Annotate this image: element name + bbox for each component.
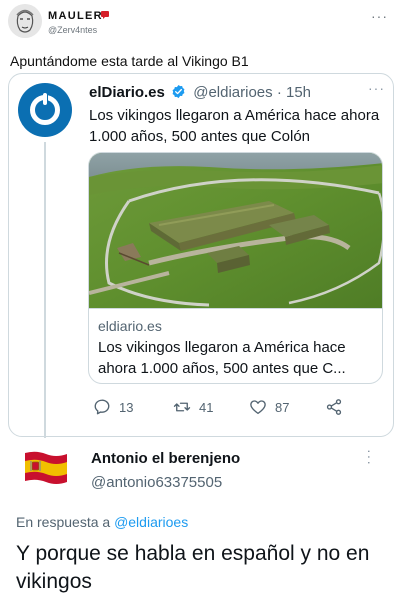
- eldiario-logo-dot-icon: [43, 93, 47, 105]
- mauler-handle[interactable]: @Zerv4ntes: [48, 25, 97, 35]
- reply-icon: [94, 399, 110, 415]
- replying-to: En respuesta a @eldiarioes: [16, 514, 188, 530]
- mauler-avatar[interactable]: [8, 4, 42, 38]
- thread-line: [44, 142, 46, 438]
- reply-author-handle[interactable]: @antonio63375505: [91, 474, 222, 491]
- eldiario-avatar[interactable]: [18, 83, 72, 137]
- replying-mention-link[interactable]: @eldiarioes: [114, 514, 188, 530]
- tweet-actions: 13 41 87: [89, 396, 389, 418]
- replying-prefix: En respuesta a: [16, 514, 111, 530]
- quoted-tweet-text: Los vikingos llegaron a América hace aho…: [89, 107, 380, 145]
- reply-author-name[interactable]: Antonio el berenjeno: [91, 450, 240, 467]
- retweet-icon: [173, 402, 191, 412]
- quoted-tweet-header: elDiario.es @eldiarioes · 15h: [89, 84, 311, 101]
- quoted-author-handle[interactable]: @eldiarioes: [193, 84, 272, 101]
- like-count: 87: [275, 399, 290, 415]
- reply-button[interactable]: 13: [93, 396, 133, 418]
- more-horizontal-icon[interactable]: ···: [368, 80, 385, 96]
- more-vertical-icon[interactable]: ···: [362, 449, 378, 466]
- mauler-post-text: Apuntándome esta tarde al Vikingo B1: [10, 53, 249, 69]
- mauler-name[interactable]: MAULER: [48, 10, 103, 22]
- quoted-author-name[interactable]: elDiario.es: [89, 84, 165, 101]
- separator-dot: ·: [276, 84, 282, 101]
- face-sketch-icon: [8, 4, 42, 38]
- quoted-tweet[interactable]: elDiario.es @eldiarioes · 15h ··· Los vi…: [8, 73, 394, 438]
- retweet-button[interactable]: 41: [173, 396, 213, 418]
- link-preview-meta: eldiario.es Los vikingos llegaron a Amér…: [89, 308, 382, 383]
- reply-text: Y porque se habla en español y no en vik…: [16, 542, 370, 593]
- mauler-header: MAULER @Zerv4ntes ···: [8, 4, 392, 38]
- mauler-badge-icon: [101, 11, 109, 19]
- link-title: Los vikingos llegaron a América hace aho…: [98, 339, 346, 377]
- share-button[interactable]: [325, 396, 351, 418]
- like-button[interactable]: 87: [249, 396, 289, 418]
- link-preview-card[interactable]: eldiario.es Los vikingos llegaron a Amér…: [88, 152, 383, 384]
- more-horizontal-icon[interactable]: ···: [371, 8, 388, 24]
- verified-badge-icon: [172, 84, 185, 99]
- quoted-timestamp[interactable]: 15h: [286, 84, 311, 101]
- spain-flag-icon[interactable]: [22, 449, 70, 487]
- link-domain: eldiario.es: [98, 318, 162, 334]
- share-icon: [326, 399, 342, 415]
- viking-settlement-photo: [89, 153, 382, 308]
- retweet-count: 41: [199, 399, 214, 415]
- heart-icon: [250, 400, 266, 415]
- reply-count: 13: [119, 399, 134, 415]
